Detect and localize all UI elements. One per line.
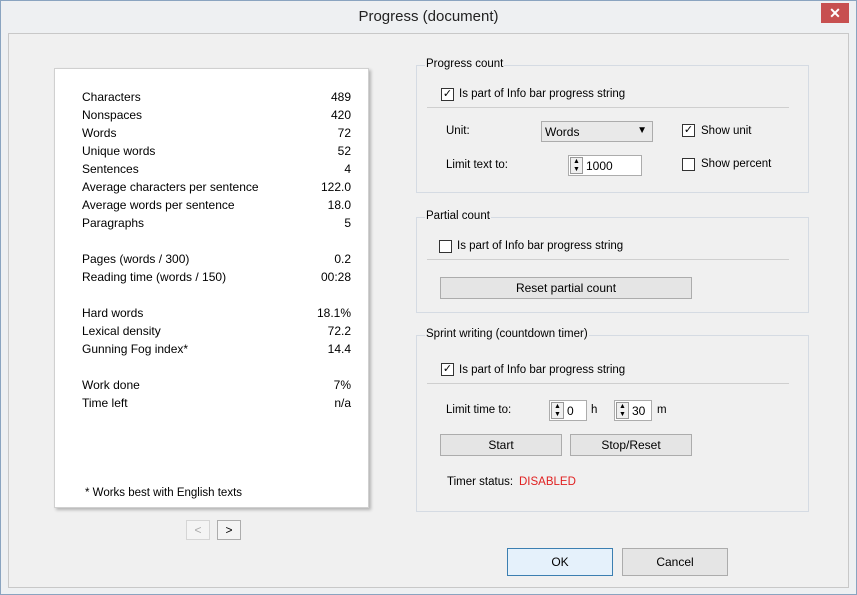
stat-row: Unique words 52 [82, 144, 351, 162]
stat-value: 7% [333, 378, 351, 392]
progress-count-group: Progress count ✓ Is part of Info bar pro… [416, 58, 809, 193]
dialog-client-area: Characters 489 Nonspaces 420 Words 72 Uniqu… [8, 33, 849, 588]
show-unit-checkbox[interactable]: ✓ [682, 124, 695, 137]
stat-row: Paragraphs 5 [82, 216, 351, 234]
statistics-panel: Characters 489 Nonspaces 420 Words 72 Uniqu… [54, 68, 369, 508]
hours-stepper[interactable]: ▲ ▼ 0 [549, 400, 587, 421]
stat-value: 18.1% [316, 306, 351, 320]
selected-value: Words [545, 125, 580, 139]
stat-value: 4 [344, 162, 351, 176]
group-title: Sprint writing (countdown timer) [425, 328, 589, 340]
stepper-value: 1000 [586, 159, 613, 173]
sprint-writing-group: Sprint writing (countdown timer) ✓ Is pa… [416, 328, 809, 512]
hours-unit: h [591, 404, 598, 416]
partial-count-group: Partial count Is part of Info bar progre… [416, 210, 809, 313]
title-bar: Progress (document) ✕ [1, 1, 856, 33]
stepper-value: 0 [567, 404, 574, 418]
unit-label: Unit: [446, 125, 470, 137]
minutes-unit: m [657, 404, 667, 416]
next-page-button[interactable]: > [217, 520, 241, 540]
stat-label: Average characters per sentence [82, 180, 259, 194]
stat-row: Characters 489 [82, 90, 351, 108]
sprint-infobar-checkbox[interactable]: ✓ [441, 363, 454, 376]
start-button[interactable]: Start [440, 434, 562, 456]
stat-value: 122.0 [320, 180, 351, 194]
stat-label: Unique words [82, 144, 156, 158]
limit-text-label: Limit text to: [446, 159, 508, 171]
group-title: Progress count [425, 58, 505, 70]
stepper-value: 30 [632, 404, 646, 418]
unit-select[interactable]: Words ▼ [541, 121, 653, 142]
stat-label: Sentences [82, 162, 139, 176]
stat-row: Hard words 18.1% [82, 306, 351, 324]
stat-value: 14.4 [327, 342, 351, 356]
checkbox-label: Is part of Info bar progress string [459, 88, 626, 100]
stat-row: Average words per sentence 18.0 [82, 198, 351, 216]
stat-row: Reading time (words / 150) 00:28 [82, 270, 351, 288]
window-title: Progress (document) [358, 8, 499, 25]
group-title: Partial count [425, 210, 491, 222]
progress-dialog: Progress (document) ✕ Characters 489 Nons… [0, 0, 857, 595]
stat-value: 52 [337, 144, 351, 158]
spin-arrows-icon[interactable]: ▲ ▼ [551, 402, 564, 419]
stat-row: Average characters per sentence 122.0 [82, 180, 351, 198]
stat-row: Sentences 4 [82, 162, 351, 180]
partial-infobar-checkbox[interactable] [439, 240, 452, 253]
stat-label: Pages (words / 300) [82, 252, 190, 266]
stat-label: Paragraphs [82, 216, 145, 230]
stat-label: Work done [82, 378, 140, 392]
stat-value: 00:28 [320, 270, 351, 284]
limit-text-stepper[interactable]: ▲ ▼ 1000 [568, 155, 642, 176]
stat-value: 0.2 [334, 252, 351, 266]
stat-row: Time left n/a [82, 396, 351, 414]
separator [427, 383, 789, 384]
stat-value: 489 [330, 90, 351, 104]
stat-row: Gunning Fog index* 14.4 [82, 342, 351, 360]
stat-row: Work done 7% [82, 378, 351, 396]
stat-value: 18.0 [327, 198, 351, 212]
stat-value: 72.2 [327, 324, 351, 338]
cancel-button[interactable]: Cancel [622, 548, 728, 576]
checkbox-label: Show percent [701, 158, 772, 170]
stat-value: n/a [334, 396, 351, 410]
checkbox-label: Is part of Info bar progress string [459, 364, 626, 376]
stat-label: Hard words [82, 306, 144, 320]
close-button[interactable]: ✕ [821, 3, 849, 23]
footnote: * Works best with English texts [85, 487, 243, 499]
ok-button[interactable]: OK [507, 548, 613, 576]
spin-arrows-icon[interactable]: ▲ ▼ [570, 157, 583, 174]
stat-label: Words [82, 126, 117, 140]
limit-time-label: Limit time to: [446, 404, 512, 416]
chevron-down-icon: ▼ [637, 125, 647, 136]
timer-status-value: DISABLED [519, 476, 576, 488]
separator [427, 107, 789, 108]
stat-value: 420 [330, 108, 351, 122]
stat-row: Nonspaces 420 [82, 108, 351, 126]
stat-label: Time left [82, 396, 128, 410]
stat-row: Pages (words / 300) 0.2 [82, 252, 351, 270]
stat-label: Lexical density [82, 324, 161, 338]
stat-label: Gunning Fog index* [82, 342, 189, 356]
stat-label: Characters [82, 90, 141, 104]
stop-reset-button[interactable]: Stop/Reset [570, 434, 692, 456]
stat-value: 5 [344, 216, 351, 230]
stat-value: 72 [337, 126, 351, 140]
stat-label: Reading time (words / 150) [82, 270, 227, 284]
show-percent-checkbox[interactable] [682, 158, 695, 171]
checkbox-label: Is part of Info bar progress string [457, 240, 624, 252]
minutes-stepper[interactable]: ▲ ▼ 30 [614, 400, 652, 421]
stat-label: Average words per sentence [82, 198, 235, 212]
stat-row: Lexical density 72.2 [82, 324, 351, 342]
reset-partial-count-button[interactable]: Reset partial count [440, 277, 692, 299]
checkbox-label: Show unit [701, 125, 752, 137]
spin-arrows-icon[interactable]: ▲ ▼ [616, 402, 629, 419]
stat-label: Nonspaces [82, 108, 143, 122]
timer-status-label: Timer status: [447, 476, 514, 488]
progress-infobar-checkbox[interactable]: ✓ [441, 88, 454, 101]
previous-page-button[interactable]: < [186, 520, 210, 540]
separator [427, 259, 789, 260]
stat-row: Words 72 [82, 126, 351, 144]
